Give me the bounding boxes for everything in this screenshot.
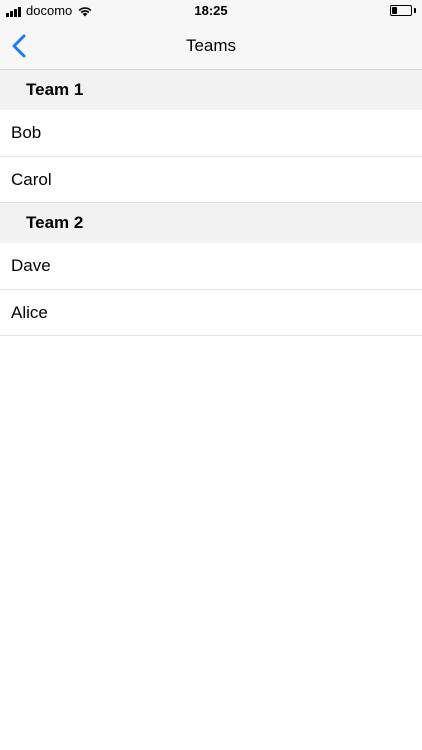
list-item-alice[interactable]: Alice <box>0 289 422 336</box>
section-header-team-1: Team 1 <box>0 70 422 110</box>
navigation-bar: Teams <box>0 22 422 70</box>
list-item-dave[interactable]: Dave <box>0 243 422 290</box>
screen: docomo 18:25 Teams Team 1 Bob Carol Team… <box>0 0 422 750</box>
battery-icon <box>390 5 412 16</box>
page-title: Teams <box>185 36 237 55</box>
section-header-team-2: Team 2 <box>0 203 422 243</box>
status-bar: docomo 18:25 <box>0 0 422 22</box>
list-item-bob[interactable]: Bob <box>0 110 422 157</box>
battery-fill <box>392 7 397 14</box>
list-item-carol[interactable]: Carol <box>0 156 422 203</box>
battery-cap <box>414 8 416 13</box>
status-time: 18:25 <box>194 3 228 18</box>
team-list: Team 1 Bob Carol Team 2 Dave Alice <box>0 70 422 336</box>
